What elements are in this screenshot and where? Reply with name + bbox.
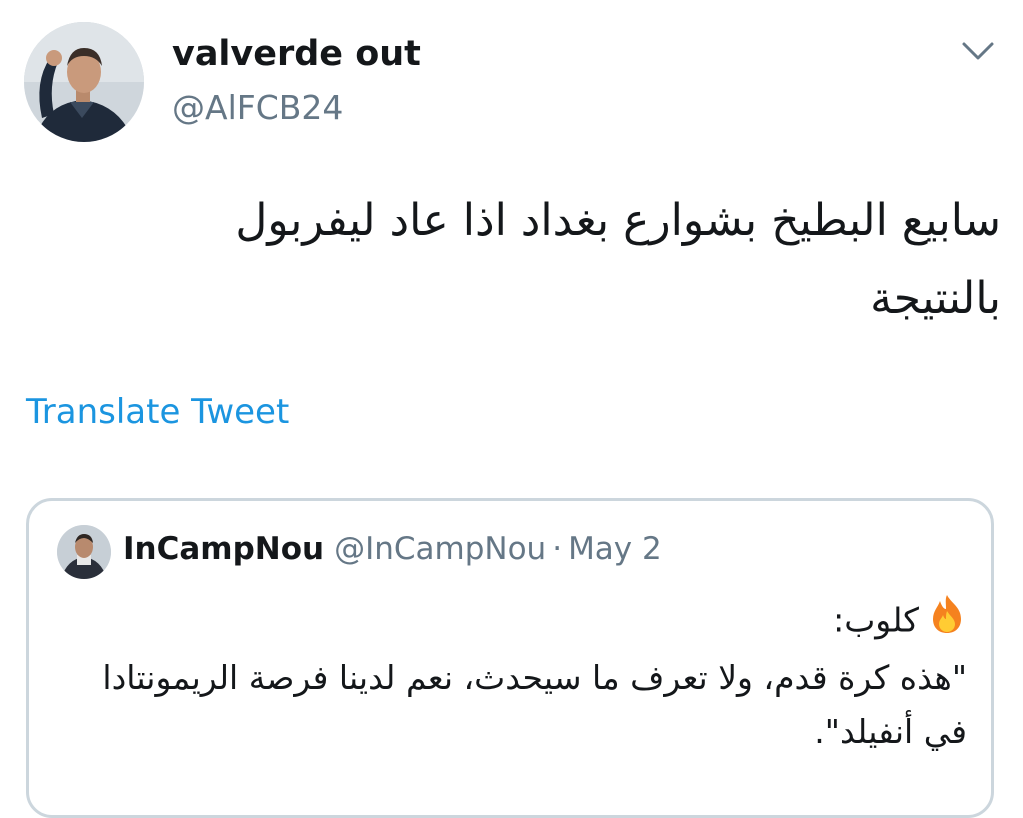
translate-tweet-link[interactable]: Translate Tweet bbox=[26, 392, 289, 432]
tweet-text-line: سابيع البطيخ بشوارع بغداد اذا عاد ليفربو… bbox=[235, 195, 1001, 246]
quoted-text-line: كلوب: bbox=[67, 593, 967, 651]
quoted-tweet-date: May 2 bbox=[568, 531, 662, 567]
chevron-down-icon[interactable] bbox=[956, 34, 1000, 66]
tweet-text: سابيع البطيخ بشوارع بغداد اذا عاد ليفربو… bbox=[41, 182, 1001, 338]
author-handle[interactable]: @AlFCB24 bbox=[172, 88, 343, 127]
quoted-tweet-text: كلوب: "هذه كرة قدم، ولا تعرف ما سيحدث، ن… bbox=[67, 593, 967, 759]
quoted-author-handle: @InCampNou bbox=[334, 531, 547, 567]
quoted-text-speaker: كلوب: bbox=[833, 600, 919, 640]
quoted-author-name: InCampNou bbox=[123, 531, 325, 567]
quoted-author-avatar bbox=[57, 525, 111, 579]
header-separator: · bbox=[552, 531, 563, 567]
tweet-text-line: بالنتيجة bbox=[870, 273, 1001, 324]
quoted-tweet-header: InCampNou @InCampNou · May 2 bbox=[123, 531, 662, 567]
quoted-tweet-card[interactable]: InCampNou @InCampNou · May 2 كلوب: "هذه كرة… bbox=[26, 498, 994, 818]
avatar-image bbox=[24, 22, 144, 142]
quoted-text-line: "هذه كرة قدم، ولا تعرف ما سيحدث، نعم لدي… bbox=[102, 658, 967, 697]
fire-icon bbox=[927, 593, 967, 651]
quoted-text-line: في أنفيلد". bbox=[814, 712, 967, 751]
author-display-name[interactable]: valverde out bbox=[172, 34, 421, 74]
author-avatar[interactable] bbox=[24, 22, 144, 142]
